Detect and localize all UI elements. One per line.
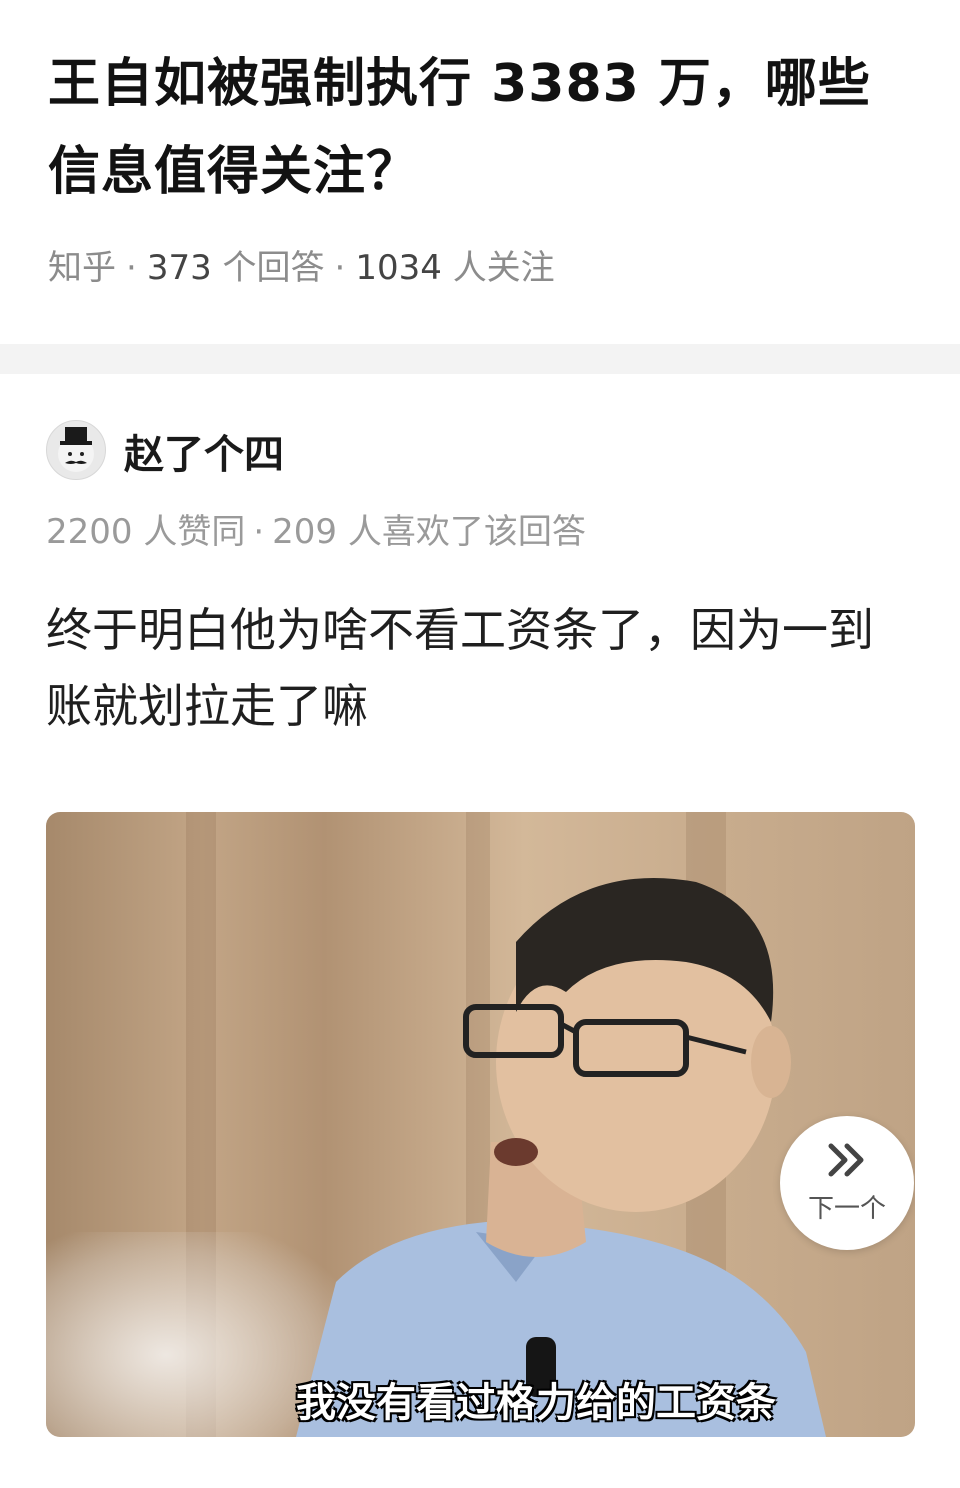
upvote-label: 人赞同: [143, 512, 246, 552]
author-name[interactable]: 赵了个四: [124, 422, 284, 480]
double-chevron-right-icon: [828, 1143, 864, 1177]
answers-count: 373: [146, 248, 212, 288]
answer-text[interactable]: 终于明白他为啥不看工资条了，因为一到账就划拉走了嘛: [46, 592, 906, 744]
author-avatar[interactable]: [46, 420, 106, 480]
upvote-count: 2200: [46, 512, 133, 552]
answer-meta: 2200 人赞同 · 209 人喜欢了该回答: [46, 512, 586, 552]
question-title[interactable]: 王自如被强制执行 3383 万，哪些信息值得关注？: [48, 40, 918, 216]
question-meta: 知乎 · 373 个回答 · 1034 人关注: [48, 248, 555, 288]
question-header: 王自如被强制执行 3383 万，哪些信息值得关注？ 知乎 · 373 个回答 · 103…: [0, 0, 960, 344]
source-label[interactable]: 知乎: [48, 248, 116, 288]
answer-card: 赵了个四 2200 人赞同 · 209 人喜欢了该回答 终于明白他为啥不看工资条了，…: [0, 374, 960, 1488]
section-divider: [0, 344, 960, 374]
answer-image[interactable]: 我没有看过格力给的工资条 下一个: [46, 812, 915, 1437]
next-button[interactable]: 下一个: [780, 1116, 914, 1250]
like-label: 人喜欢了该回答: [347, 512, 586, 552]
video-subtitle: 我没有看过格力给的工资条: [296, 1380, 776, 1426]
followers-label: 人关注: [452, 248, 555, 288]
top-hat-mustache-avatar-icon: [58, 427, 94, 472]
like-count: 209: [272, 512, 338, 552]
next-button-label: 下一个: [807, 1194, 886, 1224]
followers-count: 1034: [355, 248, 442, 288]
answers-label: 个回答: [222, 248, 325, 288]
man-with-glasses-figure: [296, 878, 826, 1437]
